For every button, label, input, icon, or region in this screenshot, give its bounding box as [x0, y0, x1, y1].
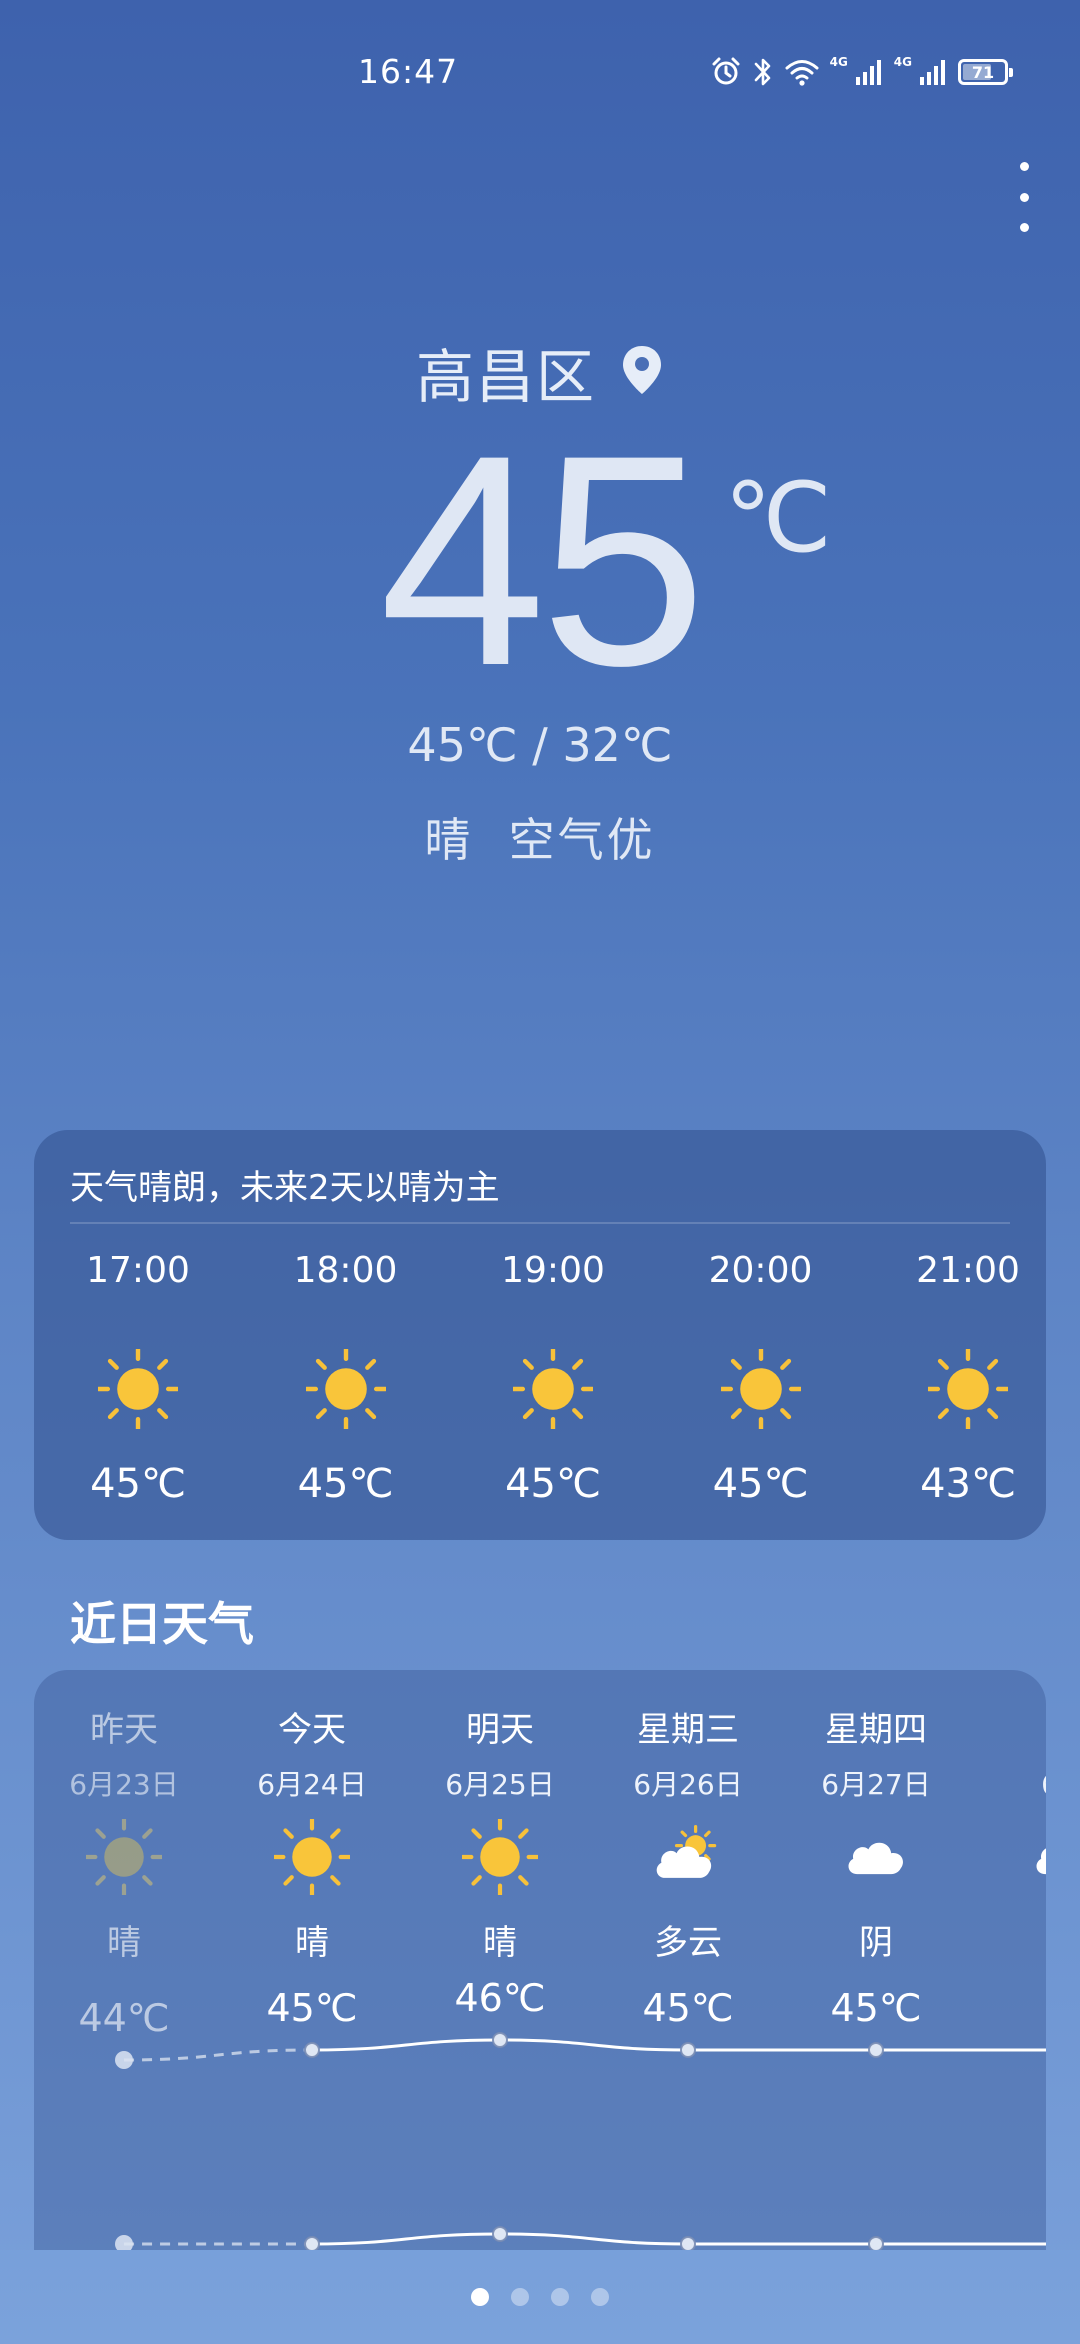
sun-icon [681, 1349, 841, 1433]
high-temp-label: 4 [984, 1986, 1046, 2030]
battery-level: 71 [971, 62, 995, 82]
signal-icon-2 [918, 57, 948, 87]
signal-icon-1 [854, 57, 884, 87]
hourly-time: 20:00 [708, 1250, 813, 1291]
sun-icon [58, 1349, 218, 1433]
hourly-time: 21:00 [916, 1250, 1020, 1291]
hourly-item: 20:00 45℃ [681, 1250, 841, 1507]
current-temp-unit: ℃ [724, 465, 832, 572]
high-temp-point [304, 2042, 320, 2058]
hourly-temp: 45℃ [505, 1461, 601, 1507]
network-type-2: 4G [893, 55, 912, 69]
daily-forecast-card[interactable]: 昨天 6月23日 晴 今天 6月24日 晴 明天 6月25日 晴 星期三 6月2… [34, 1670, 1046, 2250]
page-dot[interactable] [471, 2288, 489, 2306]
low-temp-point [868, 2236, 884, 2250]
hourly-item: 18:00 45℃ [266, 1250, 426, 1507]
page-dot[interactable] [511, 2288, 529, 2306]
hourly-time: 17:00 [86, 1250, 190, 1291]
weather-summary: 晴 空气优 [424, 813, 656, 867]
hourly-item: 17:00 45℃ [58, 1250, 218, 1507]
more-options-button[interactable] [1006, 162, 1042, 232]
status-time: 16:47 [358, 52, 459, 91]
high-temp-point [868, 2042, 884, 2058]
low-temp-point [304, 2236, 320, 2250]
wifi-icon [784, 57, 820, 87]
hourly-temp: 45℃ [297, 1461, 394, 1507]
recent-weather-title: 近日天气 [70, 1597, 254, 1651]
more-dot [1019, 162, 1029, 171]
page-indicator[interactable] [0, 2288, 1080, 2306]
high-temp-label: 46℃ [454, 1976, 546, 2020]
sun-icon [473, 1349, 633, 1433]
low-temp-point [492, 2226, 508, 2242]
trend-line-past [123, 2048, 313, 2062]
sun-icon [888, 1349, 1048, 1433]
hourly-forecast-card[interactable]: 天气晴朗，未来2天以晴为主 17:00 45℃ 18:00 45℃ 19:00 … [34, 1130, 1046, 1540]
hourly-temp: 45℃ [712, 1461, 809, 1507]
trend-line [311, 2038, 1046, 2052]
page-dot[interactable] [551, 2288, 569, 2306]
more-dot [1019, 223, 1029, 232]
more-dot [1019, 192, 1029, 202]
network-type-1: 4G [829, 55, 848, 69]
bluetooth-icon [752, 55, 774, 89]
high-temp-label: 44℃ [78, 1996, 170, 2040]
high-temp-label: 45℃ [830, 1986, 922, 2030]
divider [70, 1222, 1010, 1224]
current-temperature: 45 [0, 410, 1080, 710]
forecast-headline: 天气晴朗，未来2天以晴为主 [70, 1168, 500, 1208]
today-temp-range: 45℃ / 32℃ [407, 718, 673, 772]
battery-icon: 71 [958, 59, 1013, 85]
low-temp-point [115, 2235, 133, 2250]
sun-icon [266, 1349, 426, 1433]
page-dot[interactable] [591, 2288, 609, 2306]
alarm-icon [710, 56, 742, 88]
current-temp-value: 45 [379, 392, 707, 728]
high-temp-label: 45℃ [642, 1986, 734, 2030]
high-temp-point [680, 2042, 696, 2058]
status-icons: 4G 4G 71 [710, 52, 1013, 92]
hourly-time: 18:00 [293, 1250, 398, 1291]
temperature-trend-chart [115, 2032, 1046, 2250]
low-temp-point [680, 2236, 696, 2250]
high-temp-label: 45℃ [266, 1986, 358, 2030]
trend-line [311, 2232, 1046, 2246]
hourly-time: 19:00 [501, 1250, 605, 1291]
hourly-temp: 45℃ [90, 1461, 186, 1507]
hourly-temp: 43℃ [920, 1461, 1016, 1507]
high-temp-point [115, 2051, 133, 2069]
hourly-item: 19:00 45℃ [473, 1250, 633, 1507]
high-temp-point [492, 2032, 508, 2048]
hourly-item: 21:00 43℃ [888, 1250, 1048, 1507]
